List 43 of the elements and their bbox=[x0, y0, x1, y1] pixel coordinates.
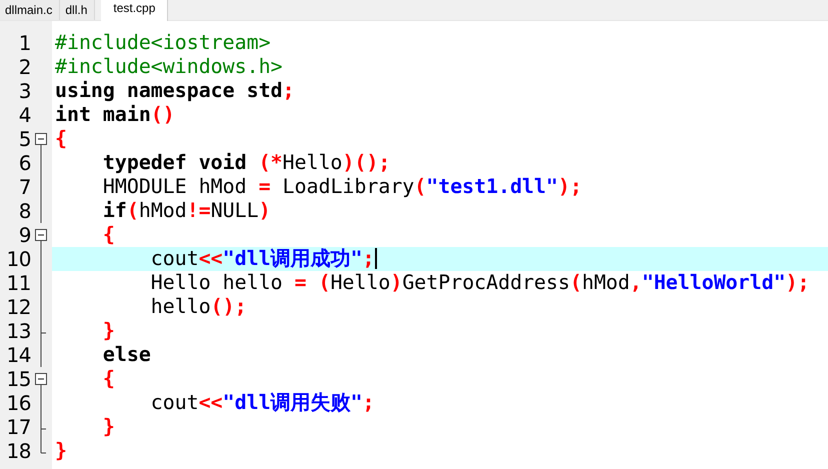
code-line: { bbox=[55, 127, 67, 150]
line-number: 11 bbox=[6, 271, 32, 295]
code-line: hello(); bbox=[150, 295, 247, 318]
line-number: 14 bbox=[6, 343, 32, 367]
code-line: using namespace std; bbox=[55, 79, 295, 102]
fold-toggle-icon[interactable] bbox=[35, 229, 47, 247]
text-cursor bbox=[374, 248, 377, 269]
code-line: if(hMod!=NULL) bbox=[102, 199, 271, 222]
line-number: 13 bbox=[6, 319, 32, 343]
line-number: 6 bbox=[18, 151, 32, 175]
code-line: typedef void (*Hello)(); bbox=[102, 151, 390, 174]
code-line: else bbox=[102, 343, 151, 366]
line-number: 18 bbox=[6, 439, 32, 463]
code-line: cout<<"dll调用成功"; bbox=[150, 247, 375, 270]
line-number: 1 bbox=[18, 31, 32, 55]
code-line: HMODULE hMod = LoadLibrary("test1.dll"); bbox=[102, 175, 582, 198]
code-line: } bbox=[102, 415, 115, 438]
file-tab[interactable]: test.cpp bbox=[101, 0, 168, 21]
line-number: 15 bbox=[6, 367, 32, 391]
code-line: } bbox=[102, 319, 115, 342]
code-line: #include<iostream> bbox=[55, 31, 271, 54]
code-line: int main() bbox=[55, 103, 175, 126]
code-line: cout<<"dll调用失败"; bbox=[150, 391, 375, 414]
line-number: 12 bbox=[6, 295, 32, 319]
code-line: #include<windows.h> bbox=[55, 55, 283, 78]
line-number: 2 bbox=[18, 55, 32, 79]
line-number: 7 bbox=[18, 175, 32, 199]
line-number: 16 bbox=[6, 391, 32, 415]
file-tab[interactable]: dll.h bbox=[60, 0, 96, 20]
line-number: 17 bbox=[6, 415, 32, 439]
fold-toggle-icon[interactable] bbox=[35, 133, 47, 151]
line-number: 4 bbox=[18, 103, 32, 127]
line-number: 3 bbox=[18, 79, 32, 103]
code-line: { bbox=[102, 367, 115, 390]
file-tab[interactable]: dllmain.c bbox=[0, 0, 60, 20]
line-number: 5 bbox=[18, 127, 32, 151]
code-line: Hello hello = (Hello)GetProcAddress(hMod,"HelloWorld"); bbox=[150, 271, 810, 294]
line-number: 9 bbox=[18, 223, 32, 247]
code-line: } bbox=[55, 439, 67, 462]
line-number: 10 bbox=[6, 247, 32, 271]
code-line: { bbox=[102, 223, 115, 246]
line-number: 8 bbox=[18, 199, 32, 223]
fold-toggle-icon[interactable] bbox=[35, 373, 47, 391]
